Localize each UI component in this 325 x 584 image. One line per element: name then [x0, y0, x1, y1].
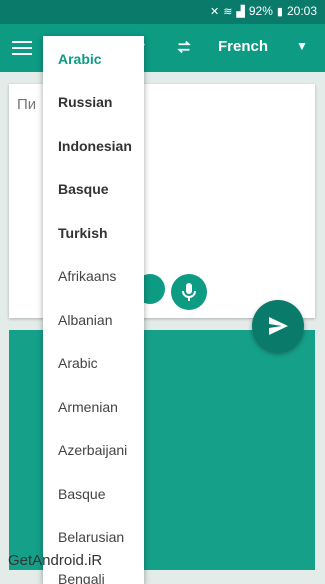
- dropdown-item-belarusian[interactable]: Belarusian: [58, 529, 124, 545]
- dropdown-item-basque[interactable]: Basque: [58, 486, 105, 502]
- dropdown-item-russian[interactable]: Russian: [58, 94, 112, 110]
- language-dropdown[interactable]: Arabic Russian Indonesian Basque Turkish…: [43, 36, 144, 584]
- dropdown-item-azerbaijani[interactable]: Azerbaijani: [58, 442, 127, 458]
- dropdown-item-arabic-selected[interactable]: Arabic: [58, 51, 102, 67]
- send-button[interactable]: [252, 300, 304, 352]
- target-language-chevron-icon[interactable]: ▼: [296, 39, 308, 53]
- battery-icon: ▮: [276, 5, 283, 18]
- microphone-button[interactable]: [171, 274, 207, 310]
- dropdown-item-turkish[interactable]: Turkish: [58, 225, 108, 241]
- watermark: GetAndroid.iR: [8, 552, 103, 569]
- wifi-icon: ≋: [223, 5, 233, 18]
- microphone-icon: [182, 283, 196, 301]
- target-language-label[interactable]: French: [218, 38, 268, 55]
- input-placeholder[interactable]: Пи: [17, 96, 36, 113]
- menu-icon[interactable]: [12, 37, 32, 59]
- dropdown-item-indonesian[interactable]: Indonesian: [58, 138, 132, 154]
- status-bar: ✕ ≋ ▟ 92% ▮ 20:03: [0, 0, 325, 24]
- clock: 20:03: [286, 4, 317, 18]
- dropdown-item-bengali[interactable]: Bengali: [58, 571, 105, 584]
- mute-icon: ✕: [209, 5, 220, 18]
- dropdown-item-armenian[interactable]: Armenian: [58, 399, 118, 415]
- battery-level: 92%: [248, 4, 273, 18]
- dropdown-item-albanian[interactable]: Albanian: [58, 312, 113, 328]
- signal-icon: ▟: [236, 5, 245, 18]
- dropdown-item-afrikaans[interactable]: Afrikaans: [58, 268, 116, 284]
- dropdown-item-arabic[interactable]: Arabic: [58, 355, 98, 371]
- send-icon: [269, 317, 288, 335]
- dropdown-item-basque-recent[interactable]: Basque: [58, 181, 109, 197]
- swap-languages-icon[interactable]: [173, 36, 195, 58]
